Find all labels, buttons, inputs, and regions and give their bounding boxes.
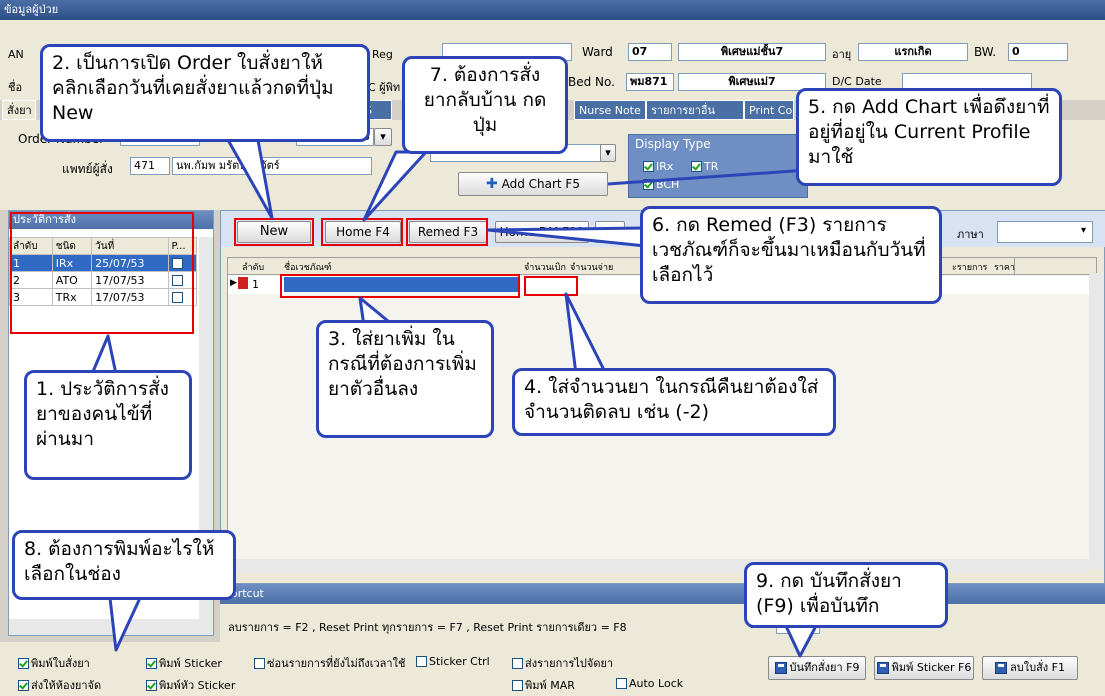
callout-6-pointer: [486, 226, 648, 248]
callout-8-pointer: [108, 596, 142, 652]
callout-1-pointer: [90, 334, 118, 376]
callout-5: 5. กด Add Chart เพื่อดึงยาที่อยู่ที่อยู่…: [796, 88, 1062, 186]
callout-8: 8. ต้องการพิมพ์อะไรให้เลือกในช่อง: [12, 530, 236, 600]
callout-9-pointer: [784, 624, 818, 658]
callout-9: 9. กด บันทึกสั่งยา (F9) เพื่อบันทึก: [744, 562, 948, 628]
callout-4: 4. ใส่จำนวนยา ในกรณีคืนยาต้องใส่จำนวนติด…: [512, 368, 836, 436]
callout-5-line: [607, 168, 809, 186]
callout-3: 3. ใส่ยาเพิ่ม ในกรณีที่ต้องการเพิ่มยาตัว…: [316, 320, 494, 438]
callout-1: 1. ประวัติการสั่งยาของคนไข้ที่ผ่านมา: [24, 370, 192, 480]
callout-2-pointer: [226, 138, 274, 220]
callout-2: 2. เป็นการเปิด Order ใบสั่งยาให้คลิกเลือ…: [40, 44, 370, 142]
callout-7: 7. ต้องการสั่งยากลับบ้าน กดปุ่ม: [402, 56, 568, 154]
callout-6: 6. กด Remed (F3) รายการเวชภัณฑ์ก็จะขึ้นม…: [640, 206, 942, 304]
callout-7-pointer: [362, 150, 428, 222]
callout-4-pointer: [564, 292, 608, 376]
